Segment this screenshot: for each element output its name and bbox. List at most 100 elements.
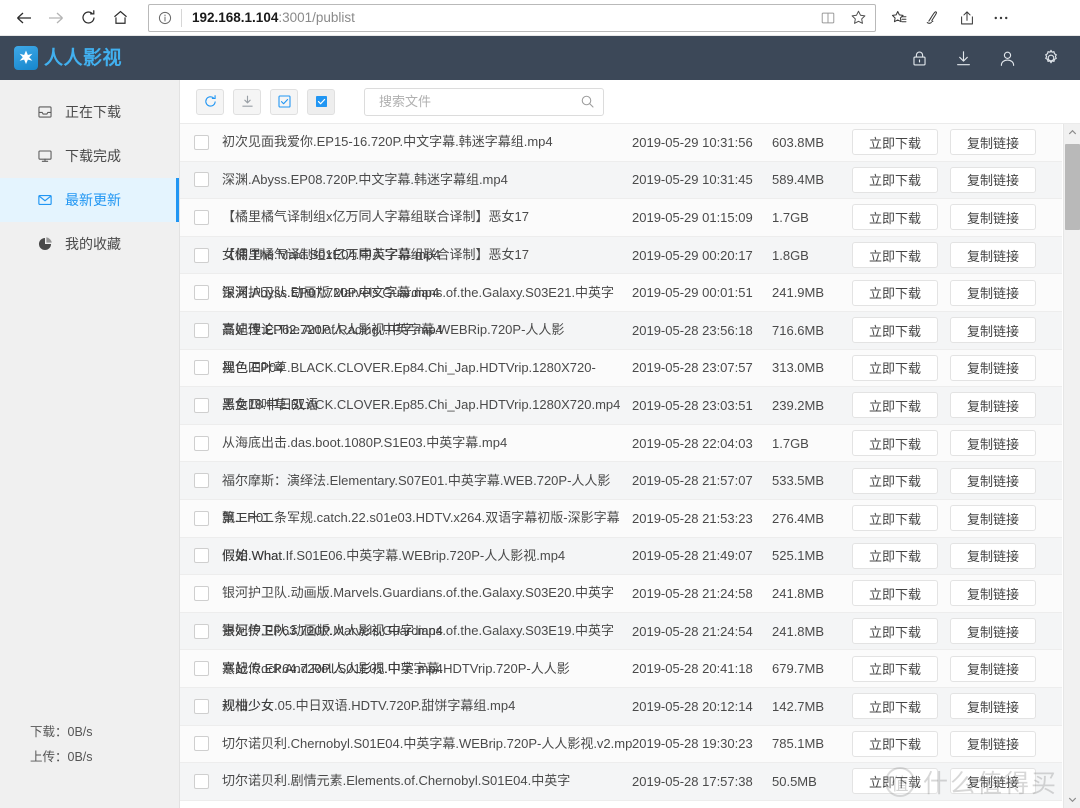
download-now-button[interactable]: 立即下载 xyxy=(852,166,938,193)
brand-logo[interactable]: 人人影视 xyxy=(14,46,122,70)
file-name-cell[interactable]: 视柑少女.05.中日双语.HDTV.720P.甜饼字幕组.mp4 规柚少女 xyxy=(222,697,632,715)
file-name-cell[interactable]: 切尔诺贝利.剧情元素.Elements.of.Chernobyl.S01E04.… xyxy=(222,772,632,790)
select-all-button[interactable] xyxy=(307,88,335,115)
row-checkbox[interactable] xyxy=(193,736,209,752)
row-checkbox[interactable] xyxy=(193,322,209,338)
sidebar-item-downloading[interactable]: 正在下载 xyxy=(0,90,179,134)
table-row[interactable]: 视柑少女.05.中日双语.HDTV.720P.甜饼字幕组.mp4 规柚少女 2019… xyxy=(180,687,1062,726)
scrollbar-track[interactable] xyxy=(1064,141,1080,791)
search-box[interactable] xyxy=(364,87,604,116)
file-name-cell[interactable]: 寒战.Rock.And.Roll.S01E05.中英字幕.HDTVrip.720… xyxy=(222,660,632,678)
file-name-cell[interactable]: 黑色四叶草.BLACK.CLOVER.Ep85.Chi_Jap.HDTVrip.… xyxy=(222,396,632,414)
download-now-button[interactable]: 立即下载 xyxy=(852,242,938,269)
file-name-cell[interactable]: 深渊.Abyss.EP08.720P.中文字幕.韩迷字幕组.mp4 xyxy=(222,171,632,189)
file-name-cell[interactable]: 第二十二条军规.catch.22.s01e03.HDTV.x264.双语字幕初版… xyxy=(222,509,632,527)
download-now-button[interactable]: 立即下载 xyxy=(852,279,938,306)
download-now-button[interactable]: 立即下载 xyxy=(852,467,938,494)
copy-link-button[interactable]: 复制链接 xyxy=(950,693,1036,720)
table-row[interactable]: 黑色四叶草.BLACK.CLOVER.Ep84.Chi_Jap.HDTVrip.… xyxy=(180,349,1062,388)
scrollbar-thumb[interactable] xyxy=(1064,144,1080,230)
row-checkbox[interactable] xyxy=(193,548,209,564)
more-menu-icon[interactable] xyxy=(984,2,1018,34)
download-now-button[interactable]: 立即下载 xyxy=(852,618,938,645)
home-button[interactable] xyxy=(104,2,136,34)
download-now-button[interactable]: 立即下载 xyxy=(852,392,938,419)
vertical-scrollbar[interactable] xyxy=(1063,124,1080,808)
row-checkbox[interactable] xyxy=(193,134,209,150)
address-bar[interactable]: 192.168.1.104:3001/publist xyxy=(148,3,876,32)
copy-link-button[interactable]: 复制链接 xyxy=(950,279,1036,306)
copy-link-button[interactable]: 复制链接 xyxy=(950,655,1036,682)
table-row[interactable]: 从海底出击.das.boot.1080P.S1E03.中英字幕.mp4 2019-… xyxy=(180,424,1062,463)
share-icon[interactable] xyxy=(950,2,984,34)
select-none-button[interactable] xyxy=(270,88,298,115)
row-checkbox[interactable] xyxy=(193,209,209,225)
file-name-cell[interactable]: 【橘里橘气译制组x亿万同人字幕组联合译制】恶女17 女佣.The.Maid.S01… xyxy=(222,246,632,264)
lock-icon[interactable] xyxy=(908,47,930,69)
row-checkbox[interactable] xyxy=(193,773,209,789)
download-now-button[interactable]: 立即下载 xyxy=(852,693,938,720)
back-button[interactable] xyxy=(8,2,40,34)
table-row[interactable]: 初次见面我爱你.EP15-16.720P.中文字幕.韩迷字幕组.mp4 2019-… xyxy=(180,124,1062,162)
scroll-down-arrow-icon[interactable] xyxy=(1064,791,1080,808)
download-now-button[interactable]: 立即下载 xyxy=(852,655,938,682)
table-row[interactable]: 银河护卫队.动画版.Marvels.Guardians.of.the.Galax… xyxy=(180,612,1062,651)
file-name-cell[interactable]: 初次见面我爱你.EP15-16.720P.中文字幕.韩迷字幕组.mp4 xyxy=(222,133,632,151)
row-checkbox[interactable] xyxy=(193,698,209,714)
download-now-button[interactable]: 立即下载 xyxy=(852,505,938,532)
file-name-cell[interactable]: 银河护卫队.动画版.Marvels.Guardians.of.the.Galax… xyxy=(222,584,632,602)
notes-pen-icon[interactable] xyxy=(916,2,950,34)
table-row[interactable]: 假如.What.If.S01E06.中英字幕.WEBrip.720P-人人影视.… xyxy=(180,537,1062,576)
file-name-cell[interactable]: 银河护卫队.动画版.Marvels.Guardians.of.the.Galax… xyxy=(222,284,632,302)
copy-link-button[interactable]: 复制链接 xyxy=(950,505,1036,532)
copy-link-button[interactable]: 复制链接 xyxy=(950,580,1036,607)
download-now-button[interactable]: 立即下载 xyxy=(852,730,938,757)
copy-link-button[interactable]: 复制链接 xyxy=(950,317,1036,344)
copy-link-button[interactable]: 复制链接 xyxy=(950,392,1036,419)
sidebar-item-favorites[interactable]: 我的收藏 xyxy=(0,222,179,266)
file-name-cell[interactable]: 切尔诺贝利.Chernobyl.S01E04.中英字幕.WEBrip.720P-… xyxy=(222,735,632,753)
download-now-button[interactable]: 立即下载 xyxy=(852,768,938,795)
row-checkbox[interactable] xyxy=(193,360,209,376)
download-icon[interactable] xyxy=(952,47,974,69)
reading-view-icon[interactable] xyxy=(813,5,843,31)
row-checkbox[interactable] xyxy=(193,623,209,639)
download-now-button[interactable]: 立即下载 xyxy=(852,129,938,156)
copy-link-button[interactable]: 复制链接 xyxy=(950,542,1036,569)
address-text[interactable]: 192.168.1.104:3001/publist xyxy=(182,10,813,25)
refresh-button[interactable] xyxy=(196,88,224,115)
table-row[interactable]: 切尔诺贝利.Chernobyl.S01E04.中英字幕.WEBrip.720P-… xyxy=(180,725,1062,764)
search-icon[interactable] xyxy=(580,94,595,109)
file-name-cell[interactable]: 【橘里橘气译制组x亿万同人字幕组联合译制】恶女17 xyxy=(222,208,632,226)
file-name-cell[interactable]: 高迪理论.The.Art.of.Racing.中英字幕.WEBRip.720P-… xyxy=(222,321,632,339)
download-now-button[interactable]: 立即下载 xyxy=(852,354,938,381)
site-info-icon[interactable] xyxy=(149,5,181,31)
gear-icon[interactable] xyxy=(1040,47,1062,69)
row-checkbox[interactable] xyxy=(193,172,209,188)
file-name-cell[interactable]: 银河护卫队.动画版.Marvels.Guardians.of.the.Galax… xyxy=(222,622,632,640)
table-row[interactable]: 福尔摩斯：演绎法.Elementary.S07E01.中英字幕.WEB.720P… xyxy=(180,462,1062,500)
forward-button[interactable] xyxy=(40,2,72,34)
copy-link-button[interactable]: 复制链接 xyxy=(950,204,1036,231)
row-checkbox[interactable] xyxy=(193,661,209,677)
scroll-up-arrow-icon[interactable] xyxy=(1064,124,1080,141)
copy-link-button[interactable]: 复制链接 xyxy=(950,430,1036,457)
copy-link-button[interactable]: 复制链接 xyxy=(950,467,1036,494)
reload-button[interactable] xyxy=(72,2,104,34)
download-now-button[interactable]: 立即下载 xyxy=(852,204,938,231)
table-row[interactable]: 寒战.Rock.And.Roll.S01E05.中英字幕.HDTVrip.720… xyxy=(180,650,1062,688)
file-name-cell[interactable]: 黑色四叶草.BLACK.CLOVER.Ep84.Chi_Jap.HDTVrip.… xyxy=(222,359,632,377)
search-input[interactable] xyxy=(377,93,580,110)
table-row[interactable]: 切尔诺贝利.剧情元素.Elements.of.Chernobyl.S01E04.… xyxy=(180,763,1062,801)
download-now-button[interactable]: 立即下载 xyxy=(852,542,938,569)
copy-link-button[interactable]: 复制链接 xyxy=(950,166,1036,193)
download-all-button[interactable] xyxy=(233,88,261,115)
row-checkbox[interactable] xyxy=(193,473,209,489)
table-row[interactable]: 高迪理论.The.Art.of.Racing.中英字幕.WEBRip.720P-… xyxy=(180,311,1062,350)
row-checkbox[interactable] xyxy=(193,285,209,301)
download-now-button[interactable]: 立即下载 xyxy=(852,580,938,607)
row-checkbox[interactable] xyxy=(193,397,209,413)
row-checkbox[interactable] xyxy=(193,510,209,526)
copy-link-button[interactable]: 复制链接 xyxy=(950,242,1036,269)
table-row[interactable]: 【橘里橘气译制组x亿万同人字幕组联合译制】恶女17 女佣.The.Maid.S01… xyxy=(180,236,1062,275)
